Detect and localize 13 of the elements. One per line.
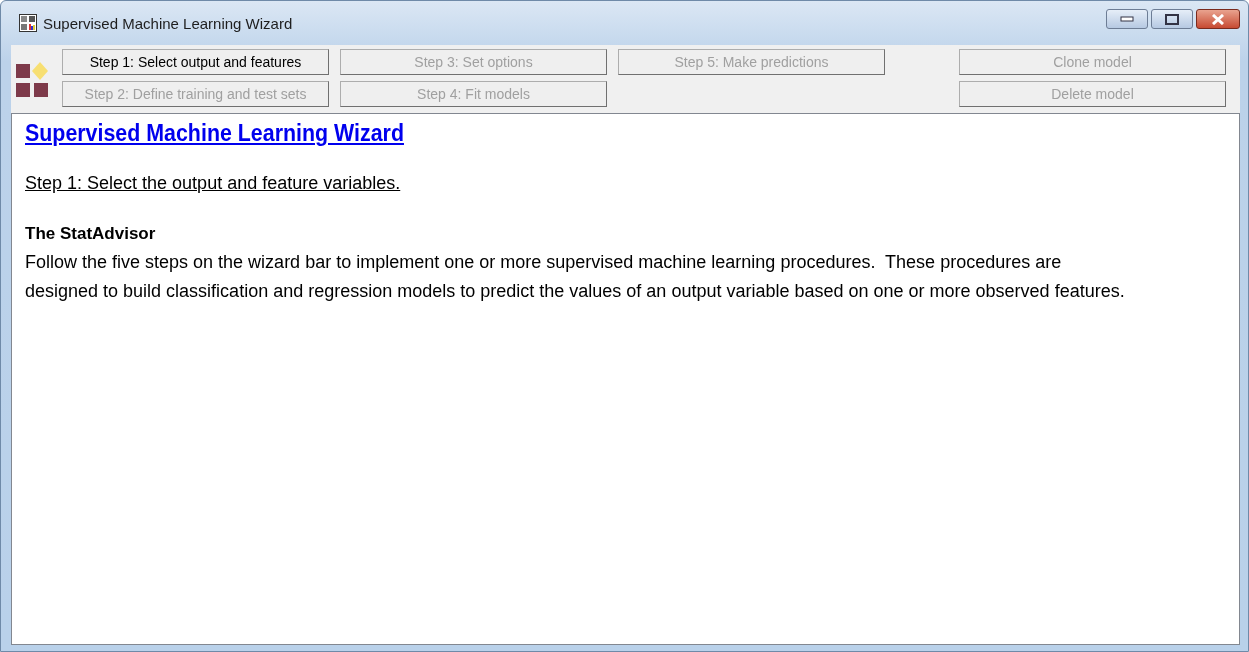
minimize-icon [1120,16,1134,22]
close-icon [1211,13,1225,25]
app-icon [19,14,37,32]
maximize-icon [1165,13,1179,25]
title-link[interactable]: Supervised Machine Learning Wizard [25,120,404,147]
step-heading: Step 1: Select the output and feature variables. [25,173,402,194]
step-button[interactable]: Step 1: Select output and features [62,49,329,75]
advisor-title: The StatAdvisor [25,224,157,244]
window-title: Supervised Machine Learning Wizard [43,14,294,32]
minimize-button[interactable] [1106,9,1148,29]
advisor-text: Follow the five steps on the wizard bar to implement one or more supervised machine learning procedures. These procedures are designed to build classification and regression models to predict the values of an output variable based on one or more observed features. [25,251,1125,303]
maximize-button[interactable] [1151,9,1193,29]
close-button[interactable] [1196,9,1240,29]
